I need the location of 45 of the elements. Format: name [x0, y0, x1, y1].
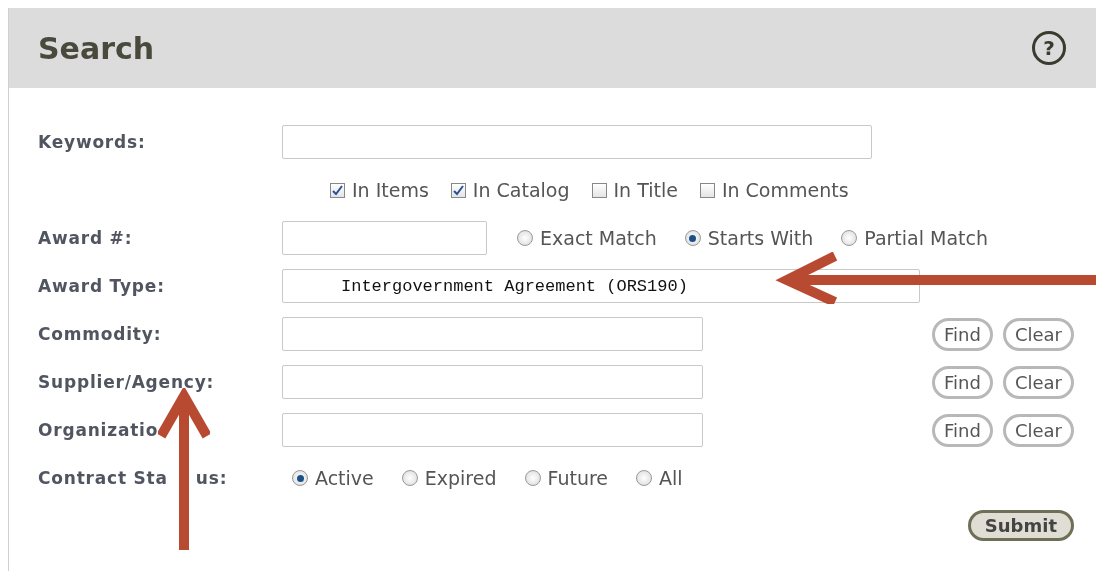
clear-button[interactable]: Clear: [1002, 413, 1074, 447]
checkbox[interactable]: [591, 182, 607, 198]
checkbox[interactable]: [699, 182, 715, 198]
radio-button[interactable]: [524, 470, 541, 486]
find-button[interactable]: Find: [932, 413, 993, 447]
field-label: Award Type:: [38, 276, 166, 296]
checkbox-option[interactable]: In Items: [330, 179, 429, 201]
input-field[interactable]: [282, 317, 703, 351]
input-field[interactable]: [282, 365, 703, 399]
input-field[interactable]: [282, 413, 703, 447]
radio-option[interactable]: Exact Match: [517, 227, 657, 249]
clear-button[interactable]: Clear: [1002, 365, 1074, 399]
checkbox[interactable]: [450, 182, 466, 198]
radio-button[interactable]: [684, 230, 701, 246]
clear-button[interactable]: Clear: [1002, 317, 1074, 351]
field-label: Organizatio: [38, 420, 160, 440]
field-label: Contract Sta: [38, 468, 168, 488]
field-label: us:: [195, 468, 228, 488]
input-field[interactable]: Intergovernment Agreement (ORS190): [282, 269, 920, 303]
field-label: Award #:: [38, 228, 134, 248]
radio-button[interactable]: [292, 470, 308, 486]
checkbox[interactable]: [330, 182, 345, 198]
input-field[interactable]: [282, 221, 487, 255]
find-button[interactable]: Find: [932, 365, 993, 399]
field-label: Supplier/Agency:: [38, 372, 216, 392]
radio-button[interactable]: [401, 470, 418, 486]
radio-option[interactable]: Partial Match: [841, 227, 989, 249]
input-field[interactable]: [282, 125, 872, 159]
radio-option[interactable]: Active: [292, 467, 374, 489]
radio-option[interactable]: All: [636, 467, 683, 489]
field-label: Keywords:: [38, 132, 147, 152]
radio-option[interactable]: Expired: [401, 467, 497, 489]
checkbox-option[interactable]: In Catalog: [450, 179, 570, 201]
find-button[interactable]: Find: [932, 317, 993, 351]
radio-button[interactable]: [517, 230, 533, 246]
checkbox-option[interactable]: In Title: [591, 179, 678, 201]
radio-button[interactable]: [841, 230, 858, 246]
radio-option[interactable]: Future: [524, 467, 609, 489]
radio-button[interactable]: [636, 470, 653, 486]
page-title: Search: [38, 30, 155, 66]
submit-button[interactable]: Submit: [967, 510, 1074, 541]
radio-option[interactable]: Starts With: [684, 227, 814, 249]
help-button[interactable]: ?: [1032, 31, 1066, 65]
field-label: Commodity:: [38, 324, 163, 344]
checkbox-option[interactable]: In Comments: [699, 179, 849, 201]
